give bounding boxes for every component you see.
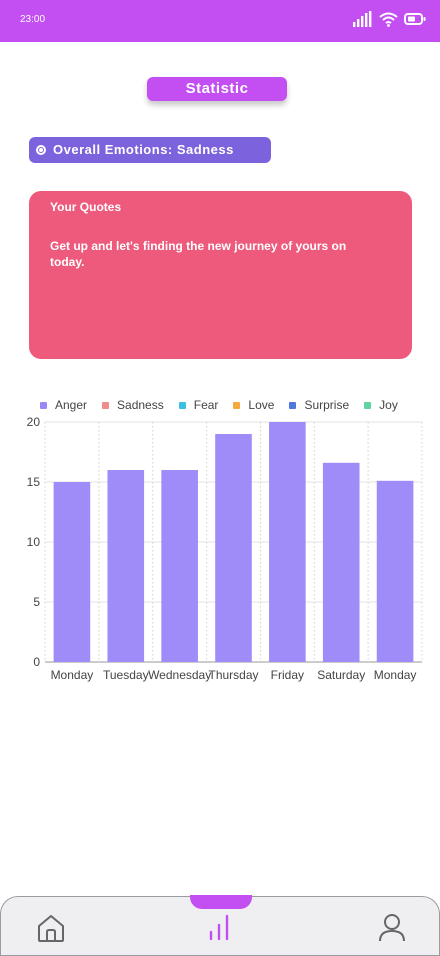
legend-item[interactable]: Sadness: [102, 398, 164, 412]
bar: [53, 482, 91, 662]
legend-item[interactable]: Joy: [364, 398, 398, 412]
y-tick-label: 0: [33, 655, 40, 669]
legend-item[interactable]: Love: [233, 398, 274, 412]
y-tick-label: 10: [27, 535, 41, 549]
legend-swatch: [40, 401, 47, 409]
legend-label: Surprise: [304, 398, 350, 412]
legend-label: Anger: [55, 398, 88, 412]
battery-icon: [404, 13, 426, 25]
legend-swatch: [364, 401, 372, 409]
legend-swatch: [233, 401, 241, 409]
bar: [215, 434, 252, 662]
status-bar: 23:00: [0, 0, 440, 42]
wifi-icon: [379, 12, 398, 27]
legend-label: Fear: [193, 398, 219, 412]
chart-legend: Anger Sadness Fear Love Surprise Joy: [40, 398, 413, 412]
legend-item[interactable]: Fear: [178, 398, 219, 412]
bar-chart-icon[interactable]: [208, 913, 234, 941]
overall-emotion-label: Overall Emotions: Sadness: [53, 142, 234, 157]
x-tick-label: Wednesday: [148, 668, 211, 682]
radio-dot-icon: [36, 145, 46, 155]
overall-emotion-badge: Overall Emotions: Sadness: [29, 137, 271, 163]
home-icon[interactable]: [36, 913, 66, 943]
legend-item[interactable]: Surprise: [289, 398, 349, 412]
x-tick-label: Monday: [374, 668, 417, 682]
user-icon[interactable]: [378, 913, 406, 943]
signal-icon: [353, 11, 372, 27]
legend-swatch: [102, 401, 110, 409]
legend-swatch: [178, 401, 186, 409]
bar: [322, 462, 360, 662]
x-tick-label: Thursday: [208, 668, 258, 682]
emotion-bar-chart: 0 5 10 15 20 Monday Tuesday WednesdayThursday Fr…: [27, 415, 423, 682]
page-title: Statistic: [147, 77, 287, 101]
status-time: 23:00: [20, 14, 46, 25]
y-tick-label: 5: [33, 595, 40, 609]
legend-swatch: [289, 401, 297, 409]
bar: [107, 470, 145, 662]
legend-label: Love: [248, 398, 275, 412]
quote-title: Your Quotes: [50, 200, 122, 214]
legend-item[interactable]: Anger: [40, 398, 87, 412]
status-icons: [353, 11, 426, 27]
active-tab-indicator: [190, 895, 252, 909]
legend-label: Joy: [379, 398, 398, 412]
quote-card: Your Quotes Get up and let's finding the…: [29, 191, 412, 359]
bar: [376, 480, 414, 662]
bar: [269, 422, 306, 662]
bar: [161, 470, 198, 662]
bottom-nav: [0, 895, 440, 956]
y-tick-label: 20: [27, 415, 41, 429]
x-tick-label: Monday: [51, 668, 94, 682]
quote-text: Get up and let's finding the new journey…: [50, 239, 347, 269]
legend-label: Sadness: [117, 398, 164, 412]
x-tick-label: Tuesday: [103, 668, 149, 682]
y-tick-label: 15: [27, 475, 41, 489]
x-tick-label: Saturday: [317, 668, 365, 682]
x-tick-label: Friday: [271, 668, 304, 682]
